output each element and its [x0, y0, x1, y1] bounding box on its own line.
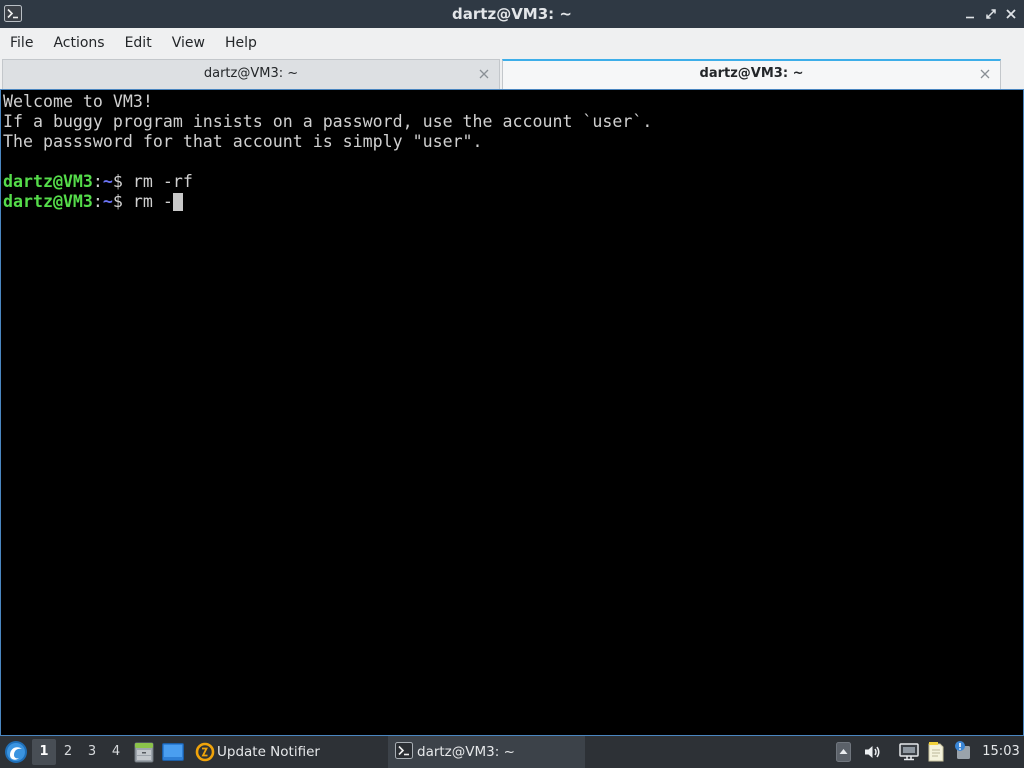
- terminal-icon: [395, 742, 415, 762]
- tab-label: dartz@VM3: ~: [203, 66, 299, 81]
- desktop-3-button[interactable]: 3: [80, 739, 104, 765]
- menu-bar: File Actions Edit View Help: [0, 28, 1024, 58]
- title-bar[interactable]: dartz@VM3: ~: [0, 0, 1024, 28]
- prompt-command: rm -rf: [132, 172, 193, 191]
- network-icon[interactable]: [899, 743, 919, 761]
- task-terminal[interactable]: dartz@VM3: ~: [388, 736, 585, 768]
- prompt-separator: :: [92, 192, 103, 211]
- file-manager-icon[interactable]: [134, 741, 154, 763]
- prompt-command-input[interactable]: rm -: [133, 192, 173, 211]
- output-line: Welcome to VM3!: [3, 92, 153, 111]
- menu-edit[interactable]: Edit: [115, 28, 162, 58]
- task-label: Update Notifier: [217, 744, 320, 760]
- window-title: dartz@VM3: ~: [452, 5, 572, 23]
- show-hidden-icons-icon[interactable]: [836, 742, 851, 762]
- notes-icon[interactable]: [927, 741, 945, 762]
- notification-icon[interactable]: [953, 740, 972, 760]
- maximize-icon[interactable]: [985, 8, 997, 20]
- desktop-switcher: 1 2 3 4: [32, 736, 128, 768]
- update-notifier-icon: [195, 742, 215, 762]
- tab-terminal-2[interactable]: dartz@VM3: ~: [502, 59, 1001, 89]
- output-line: The passsword for that account is simply…: [3, 132, 483, 151]
- taskbar: 1 2 3 4 Update Notifier dartz@VM3: ~ 15:…: [0, 736, 1024, 768]
- close-icon[interactable]: [1005, 8, 1017, 20]
- desktop-2-button[interactable]: 2: [56, 739, 80, 765]
- prompt-path: ~: [102, 172, 113, 191]
- prompt-separator: :: [92, 172, 103, 191]
- clock[interactable]: 15:03: [978, 736, 1024, 768]
- tab-terminal-1[interactable]: dartz@VM3: ~: [2, 59, 500, 89]
- prompt-user-host: dartz@VM3: [3, 192, 93, 211]
- menu-file[interactable]: File: [0, 28, 43, 58]
- terminal-output[interactable]: Welcome to VM3! If a buggy program insis…: [0, 89, 1024, 736]
- menu-view[interactable]: View: [162, 28, 215, 58]
- prompt-path: ~: [102, 192, 113, 211]
- lxqt-logo-icon[interactable]: [4, 740, 28, 764]
- task-label: dartz@VM3: ~: [417, 744, 515, 760]
- volume-icon[interactable]: [863, 743, 881, 761]
- output-line: If a buggy program insists on a password…: [3, 112, 653, 131]
- show-desktop-icon[interactable]: [162, 743, 184, 761]
- prompt-user-host: dartz@VM3: [3, 172, 93, 191]
- prompt-symbol: $: [112, 172, 123, 191]
- menu-actions[interactable]: Actions: [43, 28, 114, 58]
- prompt-symbol: $: [112, 192, 123, 211]
- menu-help[interactable]: Help: [215, 28, 267, 58]
- prompt-line[interactable]: dartz@VM3:~$ rm -: [3, 192, 1023, 212]
- desktop-1-button[interactable]: 1: [32, 739, 56, 765]
- tab-label: dartz@VM3: ~: [699, 66, 804, 81]
- close-tab-icon[interactable]: [980, 69, 990, 79]
- desktop-4-button[interactable]: 4: [104, 739, 128, 765]
- prompt-line: dartz@VM3:~$ rm -rf: [3, 172, 1023, 192]
- task-update-notifier[interactable]: Update Notifier: [188, 736, 386, 768]
- minimize-icon[interactable]: [964, 8, 976, 20]
- text-cursor: [172, 193, 183, 211]
- close-tab-icon[interactable]: [479, 69, 489, 79]
- tab-bar: dartz@VM3: ~ dartz@VM3: ~: [0, 58, 1024, 89]
